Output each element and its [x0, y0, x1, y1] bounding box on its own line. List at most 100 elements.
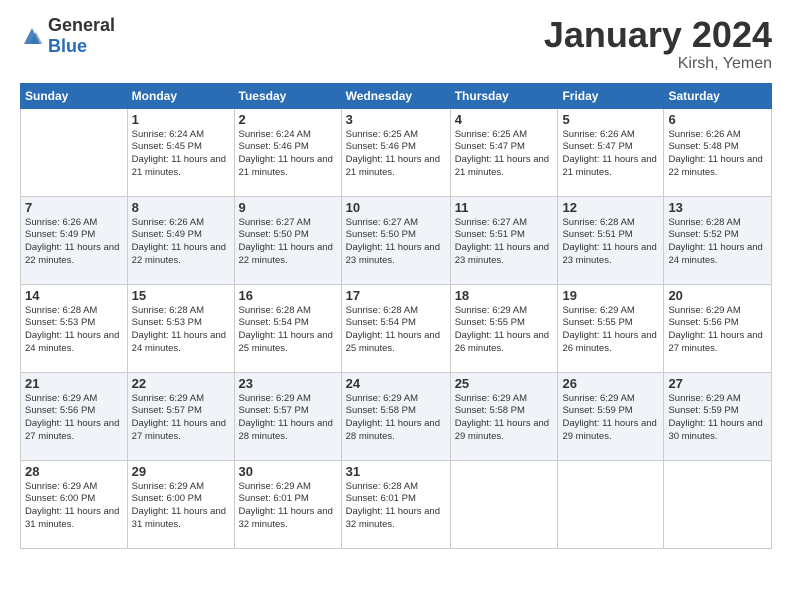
day-info: Sunrise: 6:28 AMSunset: 5:53 PMDaylight:…: [132, 305, 230, 356]
month-title: January 2024: [544, 15, 772, 55]
calendar-body: 1Sunrise: 6:24 AMSunset: 5:45 PMDaylight…: [21, 108, 772, 548]
day-number: 23: [239, 376, 337, 391]
day-number: 31: [346, 464, 446, 479]
day-info: Sunrise: 6:29 AMSunset: 5:57 PMDaylight:…: [132, 393, 230, 444]
week-row-2: 14 Sunrise: 6:28 AMSunset: 5:53 PMDayligh…: [21, 284, 772, 372]
day-info: Sunrise: 6:26 AMSunset: 5:49 PMDaylight:…: [132, 217, 230, 268]
day-info: Sunrise: 6:29 AMSunset: 6:00 PMDaylight:…: [25, 481, 123, 532]
day-number: 19: [562, 288, 659, 303]
table-row: 18 Sunrise: 6:29 AMSunset: 5:55 PMDayligh…: [450, 284, 558, 372]
page: General Blue January 2024 Kirsh, Yemen S…: [0, 0, 792, 612]
table-row: 28Sunrise: 6:29 AMSunset: 6:00 PMDayligh…: [21, 460, 128, 548]
day-number: 14: [25, 288, 123, 303]
table-row: [450, 460, 558, 548]
calendar-table: Sunday Monday Tuesday Wednesday Thursday…: [20, 83, 772, 549]
table-row: 5Sunrise: 6:26 AMSunset: 5:47 PMDaylight…: [558, 108, 664, 196]
day-number: 9: [239, 200, 337, 215]
col-saturday: Saturday: [664, 83, 772, 108]
day-info: Sunrise: 6:29 AMSunset: 5:58 PMDaylight:…: [346, 393, 446, 444]
table-row: 22Sunrise: 6:29 AMSunset: 5:57 PMDayligh…: [127, 372, 234, 460]
day-number: 17: [346, 288, 446, 303]
col-tuesday: Tuesday: [234, 83, 341, 108]
day-number: 4: [455, 112, 554, 127]
table-row: 11Sunrise: 6:27 AMSunset: 5:51 PMDayligh…: [450, 196, 558, 284]
day-number: 8: [132, 200, 230, 215]
table-row: 12 Sunrise: 6:28 AMSunset: 5:51 PMDayligh…: [558, 196, 664, 284]
day-number: 15: [132, 288, 230, 303]
day-info: Sunrise: 6:29 AMSunset: 6:01 PMDaylight:…: [239, 481, 337, 532]
day-info: Sunrise: 6:29 AMSunset: 5:56 PMDaylight:…: [25, 393, 123, 444]
col-sunday: Sunday: [21, 83, 128, 108]
day-number: 20: [668, 288, 767, 303]
logo: General Blue: [20, 15, 115, 57]
header: General Blue January 2024 Kirsh, Yemen: [20, 15, 772, 73]
day-number: 5: [562, 112, 659, 127]
col-monday: Monday: [127, 83, 234, 108]
day-number: 29: [132, 464, 230, 479]
table-row: 10 Sunrise: 6:27 AMSunset: 5:50 PMDayligh…: [341, 196, 450, 284]
table-row: 8 Sunrise: 6:26 AMSunset: 5:49 PMDaylight…: [127, 196, 234, 284]
day-info: Sunrise: 6:28 AMSunset: 5:52 PMDaylight:…: [668, 217, 767, 268]
table-row: 2Sunrise: 6:24 AMSunset: 5:46 PMDaylight…: [234, 108, 341, 196]
day-info: Sunrise: 6:28 AMSunset: 5:51 PMDaylight:…: [562, 217, 659, 268]
table-row: 20 Sunrise: 6:29 AMSunset: 5:56 PMDayligh…: [664, 284, 772, 372]
day-number: 26: [562, 376, 659, 391]
day-number: 25: [455, 376, 554, 391]
day-info: Sunrise: 6:29 AMSunset: 5:55 PMDaylight:…: [562, 305, 659, 356]
day-info: Sunrise: 6:27 AMSunset: 5:50 PMDaylight:…: [239, 217, 337, 268]
day-info: Sunrise: 6:27 AMSunset: 5:51 PMDaylight:…: [455, 217, 554, 268]
day-info: Sunrise: 6:29 AMSunset: 6:00 PMDaylight:…: [132, 481, 230, 532]
table-row: 9 Sunrise: 6:27 AMSunset: 5:50 PMDaylight…: [234, 196, 341, 284]
day-info: Sunrise: 6:29 AMSunset: 5:58 PMDaylight:…: [455, 393, 554, 444]
table-row: 16 Sunrise: 6:28 AMSunset: 5:54 PMDayligh…: [234, 284, 341, 372]
table-row: 19 Sunrise: 6:29 AMSunset: 5:55 PMDayligh…: [558, 284, 664, 372]
day-number: 6: [668, 112, 767, 127]
day-number: 3: [346, 112, 446, 127]
table-row: 29 Sunrise: 6:29 AMSunset: 6:00 PMDayligh…: [127, 460, 234, 548]
day-info: Sunrise: 6:28 AMSunset: 5:54 PMDaylight:…: [239, 305, 337, 356]
day-info: Sunrise: 6:29 AMSunset: 5:55 PMDaylight:…: [455, 305, 554, 356]
day-info: Sunrise: 6:27 AMSunset: 5:50 PMDaylight:…: [346, 217, 446, 268]
day-info: Sunrise: 6:29 AMSunset: 5:56 PMDaylight:…: [668, 305, 767, 356]
table-row: 6 Sunrise: 6:26 AMSunset: 5:48 PMDaylight…: [664, 108, 772, 196]
week-row-0: 1Sunrise: 6:24 AMSunset: 5:45 PMDaylight…: [21, 108, 772, 196]
table-row: [664, 460, 772, 548]
table-row: [558, 460, 664, 548]
day-info: Sunrise: 6:24 AMSunset: 5:46 PMDaylight:…: [239, 129, 337, 180]
day-info: Sunrise: 6:26 AMSunset: 5:48 PMDaylight:…: [668, 129, 767, 180]
table-row: [21, 108, 128, 196]
week-row-3: 21Sunrise: 6:29 AMSunset: 5:56 PMDayligh…: [21, 372, 772, 460]
col-wednesday: Wednesday: [341, 83, 450, 108]
location: Kirsh, Yemen: [544, 55, 772, 73]
title-block: January 2024 Kirsh, Yemen: [544, 15, 772, 73]
day-number: 16: [239, 288, 337, 303]
day-info: Sunrise: 6:28 AMSunset: 5:54 PMDaylight:…: [346, 305, 446, 356]
col-friday: Friday: [558, 83, 664, 108]
table-row: 13 Sunrise: 6:28 AMSunset: 5:52 PMDayligh…: [664, 196, 772, 284]
day-info: Sunrise: 6:29 AMSunset: 5:59 PMDaylight:…: [668, 393, 767, 444]
table-row: 14 Sunrise: 6:28 AMSunset: 5:53 PMDayligh…: [21, 284, 128, 372]
day-info: Sunrise: 6:24 AMSunset: 5:45 PMDaylight:…: [132, 129, 230, 180]
table-row: 1Sunrise: 6:24 AMSunset: 5:45 PMDaylight…: [127, 108, 234, 196]
day-number: 24: [346, 376, 446, 391]
day-number: 12: [562, 200, 659, 215]
day-number: 13: [668, 200, 767, 215]
logo-general: General: [48, 15, 115, 35]
table-row: 23Sunrise: 6:29 AMSunset: 5:57 PMDayligh…: [234, 372, 341, 460]
table-row: 3 Sunrise: 6:25 AMSunset: 5:46 PMDaylight…: [341, 108, 450, 196]
day-number: 18: [455, 288, 554, 303]
table-row: 24 Sunrise: 6:29 AMSunset: 5:58 PMDayligh…: [341, 372, 450, 460]
day-number: 10: [346, 200, 446, 215]
table-row: 30Sunrise: 6:29 AMSunset: 6:01 PMDayligh…: [234, 460, 341, 548]
col-thursday: Thursday: [450, 83, 558, 108]
week-row-1: 7Sunrise: 6:26 AMSunset: 5:49 PMDaylight…: [21, 196, 772, 284]
day-info: Sunrise: 6:25 AMSunset: 5:46 PMDaylight:…: [346, 129, 446, 180]
logo-text: General Blue: [48, 15, 115, 57]
table-row: 21Sunrise: 6:29 AMSunset: 5:56 PMDayligh…: [21, 372, 128, 460]
logo-icon: [20, 24, 44, 48]
table-row: 4Sunrise: 6:25 AMSunset: 5:47 PMDaylight…: [450, 108, 558, 196]
day-info: Sunrise: 6:29 AMSunset: 5:59 PMDaylight:…: [562, 393, 659, 444]
day-info: Sunrise: 6:28 AMSunset: 5:53 PMDaylight:…: [25, 305, 123, 356]
header-row: Sunday Monday Tuesday Wednesday Thursday…: [21, 83, 772, 108]
logo-blue: Blue: [48, 36, 87, 56]
